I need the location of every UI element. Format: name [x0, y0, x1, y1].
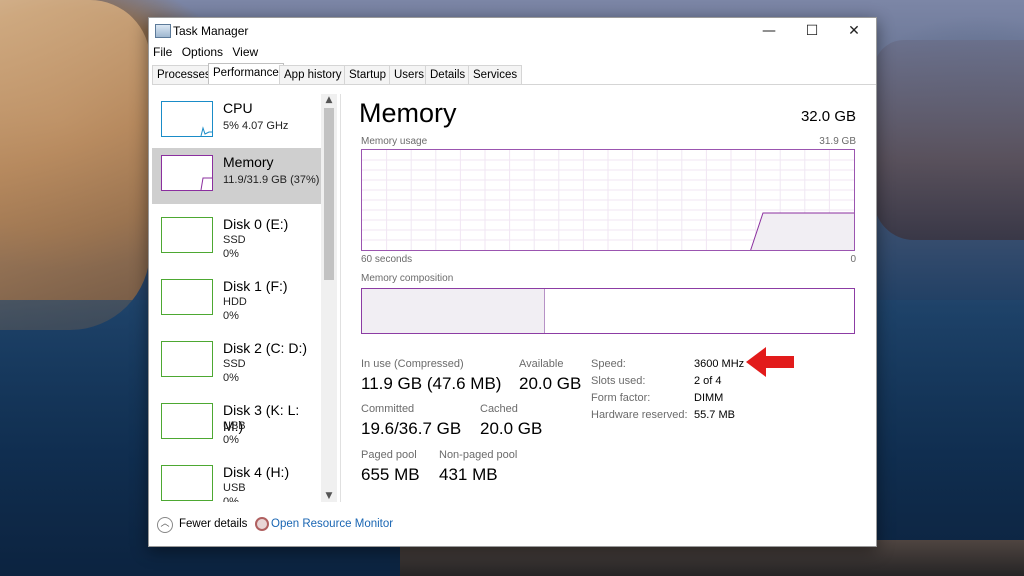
usage-graph-area	[750, 213, 854, 250]
title-bar[interactable]: Task Manager — ☐ ✕	[149, 18, 876, 44]
footer: ︿ Fewer details Open Resource Monitor	[149, 506, 876, 546]
sidebar-item-label: CPU	[223, 100, 253, 116]
sidebar-item-disk-4[interactable]: Disk 4 (H:) USB 0%	[152, 458, 322, 502]
sidebar-item-usage: 0%	[223, 496, 239, 502]
sidebar-item-usage: 0%	[223, 310, 239, 322]
sidebar-item-label: Disk 1 (F:)	[223, 278, 288, 294]
sidebar-item-type: USB	[223, 420, 246, 432]
memory-composition-label: Memory composition	[361, 273, 454, 284]
memory-usage-max: 31.9 GB	[819, 136, 856, 147]
sidebar-item-label: Disk 2 (C: D:)	[223, 340, 307, 356]
cached-label: Cached	[480, 403, 518, 415]
sidebar-item-type: SSD	[223, 358, 246, 370]
memory-total: 32.0 GB	[800, 108, 856, 125]
scroll-up-arrow-icon[interactable]: ▲	[321, 94, 337, 106]
tab-startup[interactable]: Startup	[344, 65, 392, 84]
sidebar-item-disk-3[interactable]: Disk 3 (K: L: M:) USB 0%	[152, 396, 322, 452]
sidebar-item-label: Memory	[223, 154, 274, 170]
time-axis-start: 60 seconds	[361, 254, 413, 265]
disk-thumbnail-graph	[161, 279, 213, 315]
sidebar-scrollbar[interactable]: ▲ ▼	[321, 94, 337, 502]
cached-value: 20.0 GB	[480, 419, 543, 438]
slots-used-value: 2 of 4	[694, 375, 722, 387]
composition-in-use-segment	[362, 289, 546, 333]
disk-thumbnail-graph	[161, 465, 213, 501]
available-label: Available	[519, 358, 564, 370]
sidebar-item-cpu[interactable]: CPU 5% 4.07 GHz	[152, 94, 322, 150]
sidebar-item-type: SSD	[223, 234, 246, 246]
speed-label: Speed:	[591, 358, 626, 370]
tab-services[interactable]: Services	[468, 65, 523, 84]
speed-value: 3600 MHz	[694, 358, 745, 370]
performance-sidebar: CPU 5% 4.07 GHz Memory 11.9/31.9 GB (37%…	[152, 94, 325, 502]
tab-users[interactable]: Users	[389, 65, 430, 84]
tab-app-history[interactable]: App history	[279, 65, 347, 84]
minimize-button[interactable]: —	[749, 18, 789, 44]
hardware-reserved-value: 55.7 MB	[694, 409, 735, 421]
sidebar-item-type: HDD	[223, 296, 247, 308]
memory-thumbnail-graph	[161, 155, 213, 191]
window-title: Task Manager	[173, 24, 249, 38]
scrollbar-thumb[interactable]	[324, 108, 334, 280]
tab-details[interactable]: Details	[425, 65, 471, 84]
sidebar-item-memory[interactable]: Memory 11.9/31.9 GB (37%)	[152, 148, 322, 204]
tab-performance[interactable]: Performance	[208, 63, 284, 84]
committed-label: Committed	[361, 403, 415, 415]
sidebar-item-usage: 0%	[223, 434, 239, 446]
time-axis-end: 0	[850, 254, 856, 265]
form-factor-label: Form factor:	[591, 392, 651, 404]
sidebar-item-label: Disk 4 (H:)	[223, 464, 290, 480]
sidebar-item-label: Disk 0 (E:)	[223, 216, 289, 232]
disk-thumbnail-graph	[161, 403, 213, 439]
page-title: Memory	[359, 98, 457, 128]
non-paged-pool-value: 431 MB	[439, 465, 498, 484]
menu-view[interactable]: View	[232, 45, 258, 59]
task-manager-icon	[155, 24, 171, 38]
annotation-arrow-icon	[746, 347, 794, 377]
slots-used-label: Slots used:	[591, 375, 646, 387]
maximize-button[interactable]: ☐	[792, 18, 832, 44]
disk-thumbnail-graph	[161, 341, 213, 377]
form-factor-value: DIMM	[694, 392, 724, 404]
menu-bar: File Options View	[149, 45, 260, 63]
memory-usage-graph	[361, 149, 855, 251]
panel-divider	[340, 94, 341, 502]
sidebar-item-usage: 0%	[223, 372, 239, 384]
tab-processes[interactable]: Processes	[152, 65, 216, 84]
paged-pool-value: 655 MB	[361, 465, 420, 484]
in-use-label: In use (Compressed)	[361, 358, 464, 370]
in-use-value: 11.9 GB (47.6 MB)	[361, 374, 502, 393]
disk-thumbnail-graph	[161, 217, 213, 253]
resource-monitor-icon	[255, 517, 269, 531]
background-rock-right	[874, 40, 1024, 240]
sidebar-item-usage: 0%	[223, 248, 239, 260]
chevron-up-icon[interactable]: ︿	[157, 517, 173, 533]
menu-file[interactable]: File	[153, 45, 172, 59]
sidebar-item-detail: 11.9/31.9 GB (37%)	[223, 174, 320, 186]
hardware-reserved-label: Hardware reserved:	[591, 409, 688, 421]
tab-strip: Processes Performance App history Startu…	[152, 63, 876, 85]
sidebar-item-type: USB	[223, 482, 246, 494]
sidebar-item-disk-1[interactable]: Disk 1 (F:) HDD 0%	[152, 272, 322, 328]
committed-value: 19.6/36.7 GB	[361, 419, 462, 438]
close-button[interactable]: ✕	[834, 18, 874, 44]
memory-usage-label: Memory usage	[361, 136, 428, 147]
open-resource-monitor-link[interactable]: Open Resource Monitor	[271, 518, 393, 530]
menu-options[interactable]: Options	[182, 45, 223, 59]
sidebar-item-disk-2[interactable]: Disk 2 (C: D:) SSD 0%	[152, 334, 322, 390]
sidebar-item-disk-0[interactable]: Disk 0 (E:) SSD 0%	[152, 210, 322, 266]
scroll-down-arrow-icon[interactable]: ▼	[321, 490, 337, 502]
fewer-details-button[interactable]: Fewer details	[179, 518, 247, 530]
available-value: 20.0 GB	[519, 374, 582, 393]
sidebar-item-detail: 5% 4.07 GHz	[223, 120, 289, 132]
cpu-thumbnail-graph	[161, 101, 213, 137]
background-rock-left	[0, 0, 150, 330]
memory-composition-bar	[361, 288, 855, 334]
non-paged-pool-label: Non-paged pool	[439, 449, 518, 461]
task-manager-window: Task Manager — ☐ ✕ File Options View Pro…	[148, 17, 877, 547]
paged-pool-label: Paged pool	[361, 449, 417, 461]
